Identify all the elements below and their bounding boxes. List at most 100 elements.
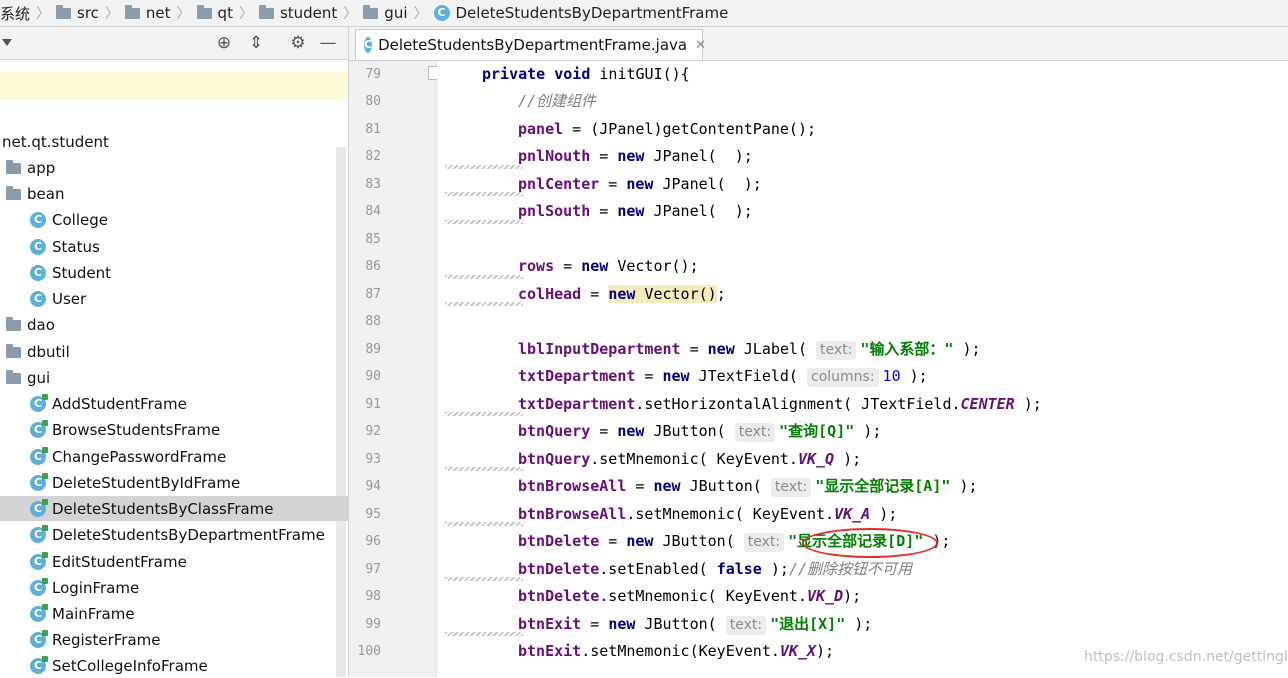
collapse-all-icon[interactable]: ⇕ xyxy=(246,33,266,53)
tree-item-label: dbutil xyxy=(27,343,70,361)
notification-bar xyxy=(0,72,348,100)
code-text: ); xyxy=(843,587,862,605)
line-number: 99 xyxy=(365,617,381,632)
breadcrumb-item-class[interactable]: C DeleteStudentsByDepartmentFrame xyxy=(433,0,729,26)
breadcrumb-label: gui xyxy=(384,4,408,22)
tree-item-gui[interactable]: gui xyxy=(6,366,50,390)
keyword: new xyxy=(617,202,645,220)
package-icon xyxy=(6,316,21,331)
field-name: txtDepartment xyxy=(518,367,636,385)
tree-item-dao[interactable]: dao xyxy=(6,313,55,337)
tree-item-changepasswordframe[interactable]: C ChangePasswordFrame xyxy=(30,445,226,469)
breadcrumb-label: DeleteStudentsByDepartmentFrame xyxy=(455,4,729,22)
code-line-84: pnlSouth = new JPanel( ); xyxy=(518,198,753,225)
field-name: lblInputDepartment xyxy=(518,340,681,358)
tree-item-college[interactable]: C College xyxy=(30,208,108,232)
keyword: new xyxy=(626,532,654,550)
close-icon[interactable]: ✕ xyxy=(695,38,706,53)
field-name: pnlSouth xyxy=(518,202,591,220)
line-number: 98 xyxy=(365,589,381,604)
code-text: ); xyxy=(953,340,981,358)
tree-item-registerframe[interactable]: C RegisterFrame xyxy=(30,628,161,652)
tree-item-bean[interactable]: bean xyxy=(6,182,64,206)
tree-item-setcollegeinfoframe[interactable]: C SetCollegeInfoFrame xyxy=(30,654,208,678)
line-number: 88 xyxy=(365,314,381,329)
tree-item-mainframe[interactable]: C MainFrame xyxy=(30,602,135,626)
keyword: new xyxy=(653,477,681,495)
code-text: ); xyxy=(870,505,898,523)
code-line-100: btnExit.setMnemonic(KeyEvent.VK_X); xyxy=(518,638,834,665)
keyword: new xyxy=(626,175,654,193)
breadcrumb-item-project[interactable]: 系统〉 xyxy=(0,0,56,26)
parameter-hint: text: xyxy=(725,616,767,635)
breadcrumb-item-src[interactable]: src 〉 xyxy=(56,0,125,26)
line-number: 83 xyxy=(365,177,381,192)
code-line-97: btnDelete.setEnabled( false );//删除按钮不可用 xyxy=(518,556,912,583)
tree-item-status[interactable]: C Status xyxy=(30,235,100,259)
tree-item-app[interactable]: app xyxy=(6,156,55,180)
code-text: JButton( xyxy=(680,477,771,495)
keyword: new xyxy=(617,147,645,165)
code-text: Vector() xyxy=(635,285,717,303)
code-text: ; xyxy=(716,285,726,303)
tree-item-user[interactable]: C User xyxy=(30,287,86,311)
field-name: rows xyxy=(518,257,555,275)
tree-item-label: Status xyxy=(52,238,100,256)
code-text: ); xyxy=(834,450,862,468)
tree-item-deletestudentsbyclassframe[interactable]: C DeleteStudentsByClassFrame xyxy=(30,497,274,521)
tree-item-label: AddStudentFrame xyxy=(52,395,187,413)
tree-item-browsestudentsframe[interactable]: C BrowseStudentsFrame xyxy=(30,418,220,442)
code-text: ); xyxy=(900,367,928,385)
code-line-95: btnBrowseAll.setMnemonic( KeyEvent.VK_A … xyxy=(518,501,897,528)
minimize-icon[interactable]: — xyxy=(318,33,338,53)
comment: //删除按钮不可用 xyxy=(788,560,912,578)
line-number: 84 xyxy=(365,204,381,219)
field-name: btnQuery xyxy=(518,450,591,468)
tree-root-package[interactable]: net.qt.student xyxy=(2,130,109,154)
tree-item-label: dao xyxy=(27,316,55,334)
folder-icon xyxy=(196,4,212,19)
breadcrumb-item-net[interactable]: net 〉 xyxy=(124,0,197,26)
line-number: 80 xyxy=(365,94,381,109)
editor-gutter[interactable]: 79 80 81 82 83 84 85 86 87 88 89 90 91 9… xyxy=(349,61,437,677)
breadcrumb-item-qt[interactable]: qt 〉 xyxy=(196,0,259,26)
field-name: pnlCenter xyxy=(518,175,600,193)
code-text: .setMnemonic( KeyEvent. xyxy=(599,587,807,605)
code-editor[interactable]: private void initGUI(){ //创建组件 panel = (… xyxy=(437,61,1288,677)
class-icon: C xyxy=(30,212,46,228)
tree-item-addstudentframe[interactable]: C AddStudentFrame xyxy=(30,392,187,416)
dropdown-arrow-icon[interactable] xyxy=(2,39,12,46)
field-name: btnDelete xyxy=(518,532,600,550)
tree-item-dbutil[interactable]: dbutil xyxy=(6,340,70,364)
locate-target-icon[interactable]: ⊕ xyxy=(214,33,234,53)
tree-item-label: MainFrame xyxy=(52,605,135,623)
code-text: = xyxy=(581,285,609,303)
breadcrumb-item-student[interactable]: student 〉 xyxy=(258,0,363,26)
tree-item-editstudentframe[interactable]: C EditStudentFrame xyxy=(30,550,187,574)
code-text: = xyxy=(626,477,654,495)
gui-form-class-icon: C xyxy=(30,656,48,674)
code-text: JPanel( ); xyxy=(644,202,753,220)
breadcrumb-item-gui[interactable]: gui 〉 xyxy=(363,0,433,26)
breadcrumb-label: net xyxy=(145,4,171,22)
comment: //创建组件 xyxy=(518,92,597,110)
code-text: = xyxy=(590,202,618,220)
gui-form-class-icon: C xyxy=(30,473,48,491)
code-text: JPanel( ); xyxy=(644,147,753,165)
gear-icon[interactable]: ⚙ xyxy=(288,33,308,53)
line-number: 87 xyxy=(365,287,381,302)
tree-scrollbar[interactable] xyxy=(336,147,346,677)
line-number: 95 xyxy=(365,507,381,522)
editor-tab-active[interactable]: C DeleteStudentsByDepartmentFrame.java ✕ xyxy=(355,29,706,60)
tree-item-student[interactable]: C Student xyxy=(30,261,111,285)
constant: CENTER xyxy=(960,395,1015,413)
tree-item-deletestudentsbydepartmentframe[interactable]: C DeleteStudentsByDepartmentFrame xyxy=(30,523,325,547)
tree-item-loginframe[interactable]: C LoginFrame xyxy=(30,576,139,600)
field-name: txtDepartment xyxy=(518,395,636,413)
folder-icon xyxy=(124,4,140,19)
class-icon: C xyxy=(364,37,373,53)
tree-item-deletestudentbyidframe[interactable]: C DeleteStudentByIdFrame xyxy=(30,471,240,495)
field-name: colHead xyxy=(518,285,582,303)
tree-item-label: DeleteStudentsByClassFrame xyxy=(52,500,274,518)
line-number: 81 xyxy=(365,122,381,137)
